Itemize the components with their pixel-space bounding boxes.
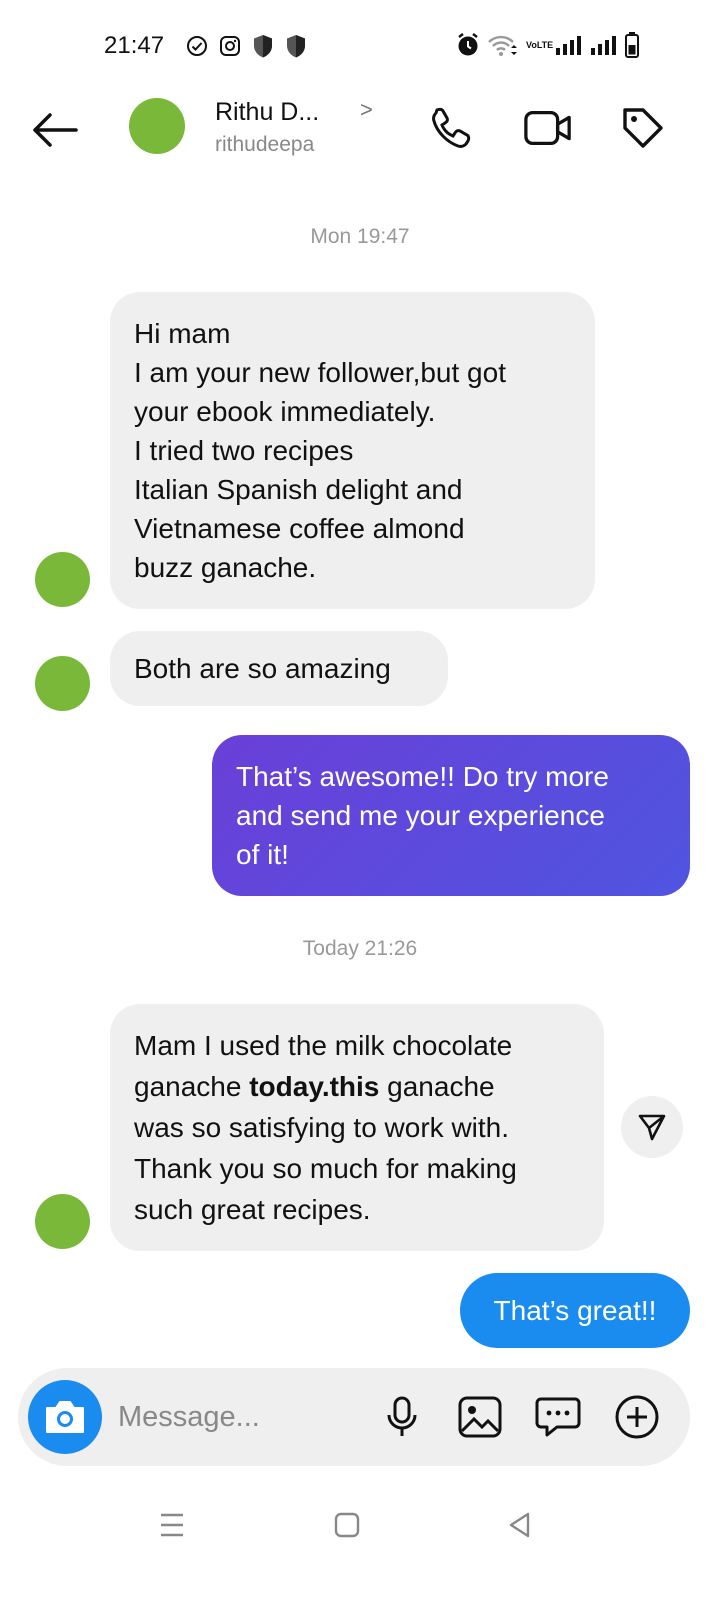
camera-button[interactable] [28, 1380, 102, 1454]
camera-icon [46, 1401, 84, 1433]
contact-avatar[interactable] [129, 98, 185, 154]
microphone-icon [387, 1396, 417, 1436]
message-line: such great recipes. [134, 1194, 371, 1225]
message-line: That’s great!! [493, 1295, 657, 1326]
message-line: That’s awesome!! Do try more [236, 761, 609, 792]
signal-icon [555, 34, 583, 56]
audio-call-button[interactable] [426, 103, 476, 153]
contact-name[interactable]: Rithu D... [215, 98, 319, 127]
gallery-button[interactable] [454, 1391, 506, 1443]
back-triangle-icon [509, 1512, 530, 1538]
shield-icon [252, 34, 274, 58]
message-composer [18, 1368, 690, 1466]
chevron-right-icon[interactable]: > [360, 97, 373, 123]
video-call-button[interactable] [523, 103, 573, 153]
recents-button[interactable] [147, 1505, 197, 1545]
system-back-button[interactable] [495, 1505, 545, 1545]
plus-circle-icon [615, 1395, 659, 1439]
status-icons-right: VoLTE [456, 32, 639, 58]
message-line: Thank you so much for making [134, 1153, 517, 1184]
sticker-chat-icon [535, 1397, 581, 1437]
volte-badge: VoLTE [526, 39, 554, 50]
home-button[interactable] [322, 1505, 372, 1545]
message-line: ganache today.this ganache [134, 1066, 580, 1107]
outgoing-message-bubble[interactable]: That’s awesome!! Do try more and send me… [212, 735, 690, 896]
system-nav-bar [0, 1490, 720, 1560]
message-text-bold: today.this [249, 1071, 380, 1102]
sender-avatar[interactable] [35, 656, 90, 711]
message-line: was so satisfying to work with. [134, 1112, 510, 1143]
back-button[interactable] [30, 110, 80, 150]
tag-icon [623, 108, 663, 148]
gallery-icon [458, 1396, 502, 1438]
instagram-icon [219, 35, 241, 57]
outgoing-message-bubble[interactable]: That’s great!! [460, 1273, 690, 1348]
check-circle-icon [186, 35, 208, 57]
incoming-message-bubble[interactable]: Both are so amazing [110, 631, 448, 706]
message-line: I tried two recipes [134, 435, 354, 466]
home-square-icon [334, 1512, 360, 1538]
message-input[interactable] [118, 1396, 368, 1438]
message-line: of it! [236, 839, 289, 870]
status-bar: 21:47 VoLTE [0, 0, 720, 95]
contact-username[interactable]: rithudeepa [215, 133, 314, 157]
wifi-icon [487, 33, 519, 57]
message-line: Hi mam [134, 318, 231, 349]
message-line: Vietnamese coffee almond [134, 513, 465, 544]
battery-icon [625, 32, 639, 58]
share-button[interactable] [621, 1096, 683, 1158]
tag-button[interactable] [618, 103, 668, 153]
phone-icon [432, 107, 471, 148]
message-text: ganache [134, 1071, 250, 1102]
status-time: 21:47 [104, 32, 165, 59]
message-line: I am your new follower,but got [134, 357, 506, 388]
message-line: your ebook immediately. [134, 396, 436, 427]
message-line: Mam I used the milk chocolate [134, 1030, 513, 1061]
chat-header: Rithu D... > rithudeepa [0, 95, 720, 165]
sticker-button[interactable] [532, 1391, 584, 1443]
message-line: and send me your experience [236, 800, 605, 831]
sender-avatar[interactable] [35, 552, 90, 607]
signal-icon [590, 34, 618, 56]
alarm-icon [456, 32, 480, 58]
menu-icon [161, 1513, 183, 1537]
message-text: ganache [379, 1071, 495, 1102]
incoming-message-bubble[interactable]: Mam I used the milk chocolate ganache to… [110, 1004, 604, 1251]
sender-avatar[interactable] [35, 1194, 90, 1249]
back-arrow-icon [33, 113, 78, 147]
voice-message-button[interactable] [376, 1391, 428, 1443]
video-camera-icon [524, 110, 571, 146]
more-options-button[interactable] [611, 1391, 663, 1443]
send-icon [638, 1114, 666, 1141]
message-line: Italian Spanish delight and [134, 474, 463, 505]
timestamp: Mon 19:47 [310, 225, 410, 248]
message-line: buzz ganache. [134, 552, 317, 583]
message-line: Both are so amazing [134, 653, 391, 684]
timestamp: Today 21:26 [302, 937, 418, 960]
status-icons-left [186, 34, 307, 58]
shield-icon [285, 34, 307, 58]
incoming-message-bubble[interactable]: Hi mam I am your new follower,but got yo… [110, 292, 595, 609]
